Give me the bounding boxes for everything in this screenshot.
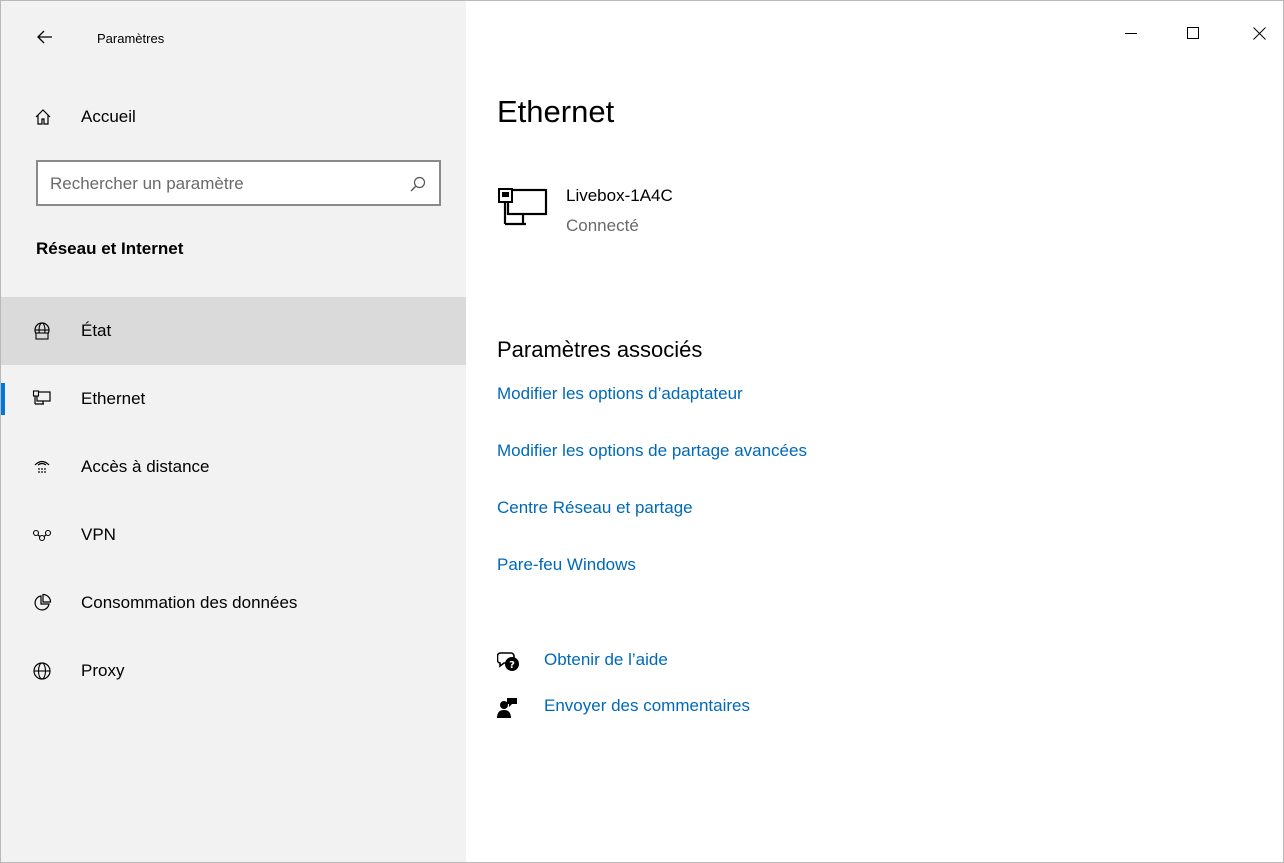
sidebar: Paramètres Accueil Rechercher un paramèt…	[1, 1, 466, 862]
minimize-button[interactable]	[1108, 17, 1154, 49]
ethernet-icon	[32, 390, 51, 405]
home-label: Accueil	[81, 107, 136, 126]
maximize-icon	[1187, 27, 1199, 39]
sidebar-item-home[interactable]: Accueil	[1, 97, 466, 137]
firewall-link[interactable]: Pare-feu Windows	[497, 555, 636, 575]
sidebar-item-proxy[interactable]: Proxy	[1, 637, 466, 705]
ethernet-connection-icon	[498, 188, 548, 226]
help-chat-icon: ?	[497, 652, 519, 671]
network-center-link[interactable]: Centre Réseau et partage	[497, 498, 693, 518]
search-input[interactable]: Rechercher un paramètre	[36, 160, 441, 206]
sidebar-item-label: Accès à distance	[81, 457, 210, 476]
section-title: Réseau et Internet	[36, 239, 184, 258]
sidebar-item-vpn[interactable]: VPN	[1, 501, 466, 569]
maximize-button[interactable]	[1170, 17, 1216, 49]
related-settings-title: Paramètres associés	[497, 337, 703, 362]
get-help-label: Obtenir de l’aide	[544, 650, 668, 669]
globe-icon	[33, 662, 51, 680]
back-arrow-icon	[37, 30, 52, 44]
connection-name[interactable]: Livebox-1A4C	[566, 186, 673, 206]
connection-status: Connecté	[566, 216, 639, 235]
svg-text:?: ?	[509, 660, 515, 671]
sidebar-item-label: Proxy	[81, 661, 125, 680]
data-usage-icon	[34, 593, 52, 611]
send-feedback-label: Envoyer des commentaires	[544, 696, 750, 715]
dial-up-icon	[34, 460, 50, 473]
search-icon[interactable]	[409, 175, 427, 193]
back-button[interactable]	[29, 21, 61, 53]
sidebar-item-ethernet[interactable]: Ethernet	[1, 365, 466, 433]
page-title: Ethernet	[497, 94, 615, 129]
home-icon	[35, 109, 51, 125]
adapter-options-link[interactable]: Modifier les options d’adaptateur	[497, 384, 743, 404]
close-button[interactable]	[1236, 17, 1282, 49]
close-icon	[1252, 26, 1266, 40]
sidebar-item-label: État	[81, 321, 112, 340]
sidebar-item-label: Ethernet	[81, 389, 146, 408]
selection-indicator	[1, 383, 5, 415]
vpn-icon	[32, 529, 52, 542]
sharing-options-link[interactable]: Modifier les options de partage avancées	[497, 441, 807, 461]
minimize-icon	[1125, 33, 1137, 34]
sidebar-item-label: VPN	[81, 525, 116, 544]
sidebar-item-data-usage[interactable]: Consommation des données	[1, 569, 466, 637]
feedback-icon	[497, 698, 517, 718]
sidebar-item-dial-up[interactable]: Accès à distance	[1, 433, 466, 501]
status-globe-icon	[34, 322, 50, 340]
search-placeholder: Rechercher un paramètre	[50, 174, 244, 193]
sidebar-item-etat[interactable]: État	[1, 297, 466, 365]
sidebar-item-label: Consommation des données	[81, 593, 298, 612]
app-title: Paramètres	[97, 31, 165, 46]
